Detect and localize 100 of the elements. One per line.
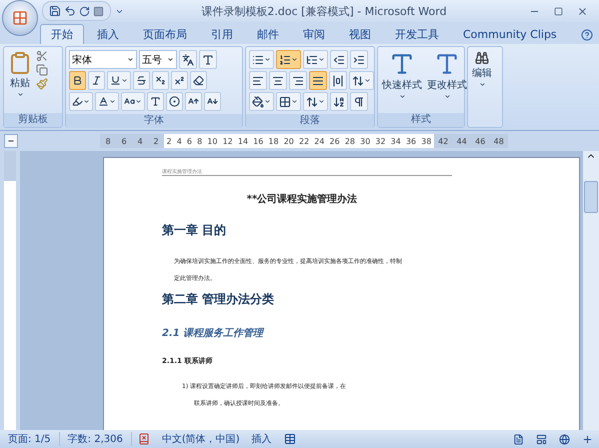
shrink-button[interactable] [204, 92, 221, 111]
group-label: 样式 [378, 113, 464, 127]
clear-icon [193, 75, 204, 86]
caret-icon [264, 98, 271, 105]
insert-mode-button[interactable]: 插入 [246, 432, 278, 446]
distribute-button[interactable] [329, 71, 347, 90]
spacing-icon [352, 74, 364, 86]
right-icon [292, 74, 304, 86]
sort-button[interactable] [330, 92, 348, 111]
ribbon-tab[interactable]: 审阅 [292, 24, 336, 44]
borders-icon [279, 96, 291, 108]
format-painter-icon[interactable] [36, 78, 48, 90]
highlight-button[interactable] [69, 92, 93, 111]
italic-icon [91, 75, 102, 86]
left-icon [252, 74, 264, 86]
toolbar-icon[interactable] [93, 6, 104, 16]
ribbon-tab[interactable]: Community Clips [452, 24, 568, 44]
italic-button[interactable] [88, 71, 105, 90]
scroll-thumb[interactable] [584, 181, 598, 213]
enclose-icon [169, 96, 180, 107]
cut-icon[interactable] [36, 50, 48, 62]
sup-button[interactable] [171, 71, 188, 90]
multilevel-button[interactable] [303, 50, 328, 69]
save-icon[interactable] [49, 5, 61, 17]
redo-icon[interactable] [79, 6, 90, 16]
tab-stop-button[interactable] [4, 134, 18, 148]
undo-icon[interactable] [64, 5, 76, 17]
ribbon-tab[interactable]: 开始 [40, 24, 84, 44]
enclose-button[interactable] [166, 92, 183, 111]
vertical-scrollbar[interactable] [583, 151, 599, 430]
center-button[interactable] [269, 71, 287, 90]
indent-button[interactable] [350, 50, 368, 69]
numbering-button[interactable] [276, 50, 301, 69]
caret-icon [318, 98, 325, 105]
zoom-in-icon [582, 434, 593, 444]
marks-icon [353, 96, 365, 108]
ribbon-tab[interactable]: 开发工具 [384, 24, 450, 44]
justify-icon [312, 74, 324, 86]
clear-button[interactable] [190, 71, 207, 90]
ribbon-tab[interactable]: 页面布局 [132, 24, 198, 44]
distribute-icon [332, 74, 344, 86]
ribbon-tab[interactable]: 视图 [338, 24, 382, 44]
heading: 第一章 目的 [162, 222, 228, 239]
caret-icon [444, 93, 450, 100]
binoculars-icon [475, 51, 489, 65]
ribbon-tab[interactable]: 插入 [86, 24, 130, 44]
sub-icon [155, 75, 166, 86]
phonetic-icon [182, 54, 194, 66]
caret-icon [83, 98, 90, 105]
shrink-icon [207, 96, 218, 107]
window-title: 课件录制模板2.doc [兼容模式] - Microsoft Word [200, 4, 448, 18]
right-button[interactable] [289, 71, 307, 90]
left-button[interactable] [249, 71, 267, 90]
border-button[interactable] [199, 50, 217, 69]
color-button[interactable] [95, 92, 119, 111]
ribbon-tab[interactable]: 邮件 [246, 24, 290, 44]
caret-icon [398, 93, 406, 100]
outdent-button[interactable] [330, 50, 348, 69]
marks-button[interactable] [350, 92, 368, 111]
ribbon-tab[interactable]: 引用 [200, 24, 244, 44]
copy-icon[interactable] [36, 64, 48, 76]
caret-icon [16, 91, 24, 98]
bold-button[interactable] [69, 71, 86, 90]
caret-icon [364, 77, 371, 84]
help-icon[interactable] [581, 29, 593, 41]
caret-icon [478, 81, 486, 88]
sup-icon [174, 75, 185, 86]
strike-icon [136, 75, 147, 86]
office-button[interactable] [2, 0, 38, 36]
grow-button[interactable] [185, 92, 202, 111]
case-button[interactable] [121, 92, 145, 111]
asian-button[interactable] [303, 92, 328, 111]
bold-icon [72, 75, 83, 86]
caret-icon [318, 56, 325, 63]
indent-icon [353, 54, 365, 66]
spacing-button[interactable] [349, 71, 374, 90]
styles-button[interactable]: 快速样式 [381, 50, 423, 110]
heading: 第二章 管理办法分类 [162, 291, 276, 308]
bullets-button[interactable] [249, 50, 274, 69]
clipboard-icon [8, 51, 32, 75]
outdent-icon [333, 54, 345, 66]
styles-button[interactable]: 更改样式 [426, 50, 468, 110]
sub-button[interactable] [152, 71, 169, 90]
strike-button[interactable] [133, 71, 150, 90]
caret-icon [291, 98, 298, 105]
maximize-icon [554, 6, 563, 16]
caret-icon [127, 56, 134, 63]
justify-button[interactable] [309, 71, 327, 90]
font-size-field[interactable]: 五号 [139, 50, 177, 69]
caret-icon [291, 56, 298, 63]
language-button[interactable]: 中文(简体，中国) [156, 432, 246, 446]
borders-button[interactable] [276, 92, 301, 111]
underline-button[interactable] [107, 71, 131, 90]
phonetic-button[interactable] [179, 50, 197, 69]
paste-button[interactable]: 粘贴 [7, 50, 33, 110]
fill-button[interactable] [249, 92, 274, 111]
shade-button[interactable] [147, 92, 164, 111]
numbering-icon [279, 54, 291, 66]
font-name-field[interactable]: 宋体 [69, 50, 137, 69]
page-count: 页面: 1/5 [0, 432, 60, 446]
